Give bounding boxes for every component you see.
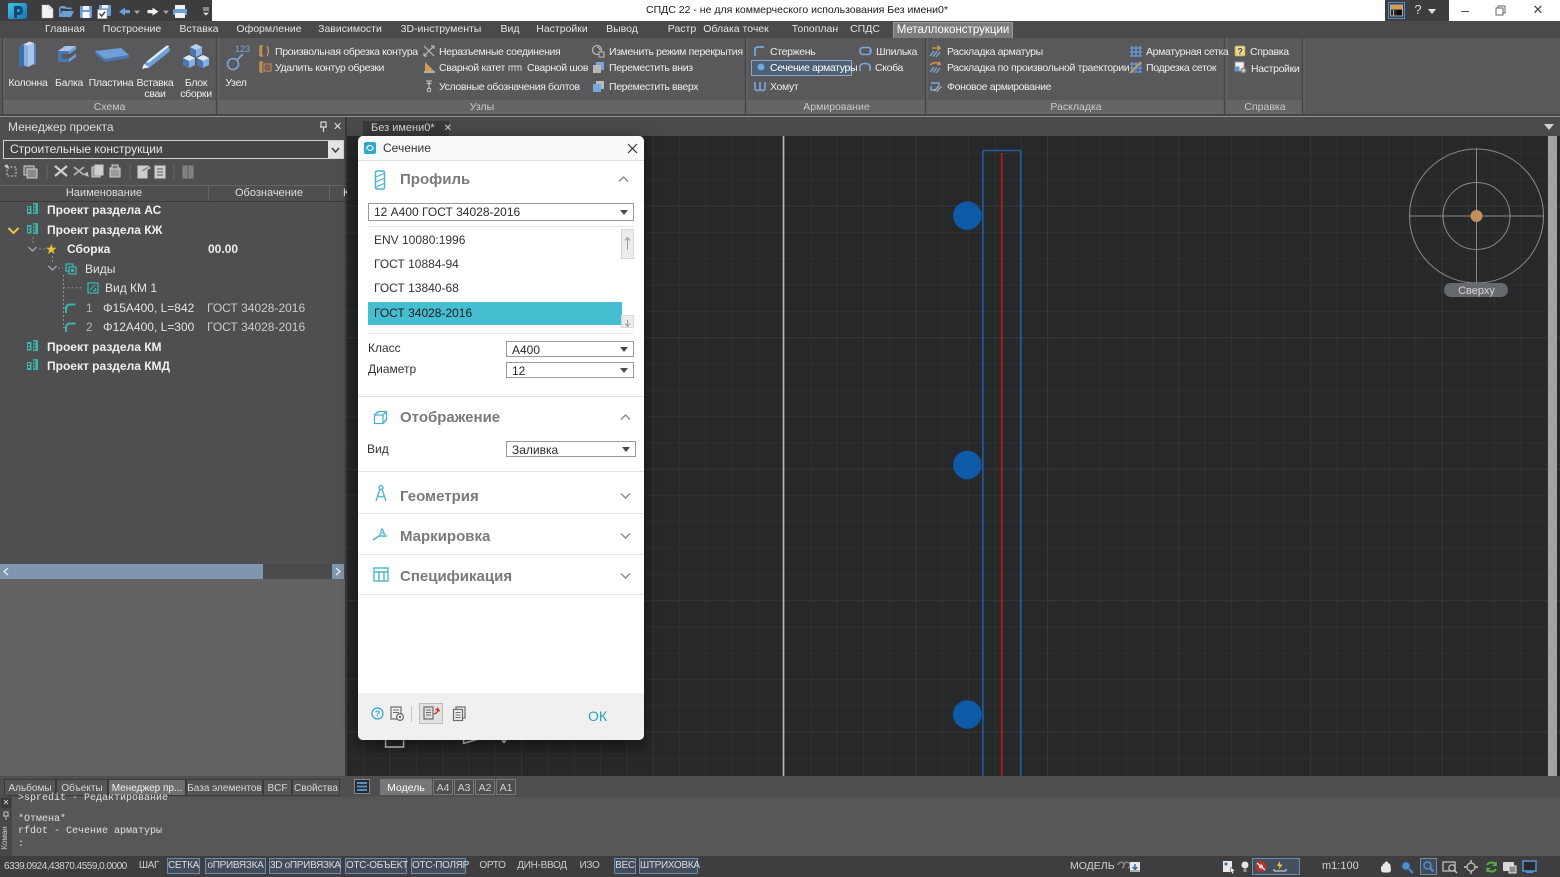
- svg-text:?: ?: [1237, 47, 1242, 57]
- svg-text:?: ?: [375, 709, 380, 719]
- svg-text:Сверху: Сверху: [1458, 285, 1495, 297]
- svg-text:123: 123: [235, 44, 250, 54]
- svg-text:А: А: [379, 527, 386, 537]
